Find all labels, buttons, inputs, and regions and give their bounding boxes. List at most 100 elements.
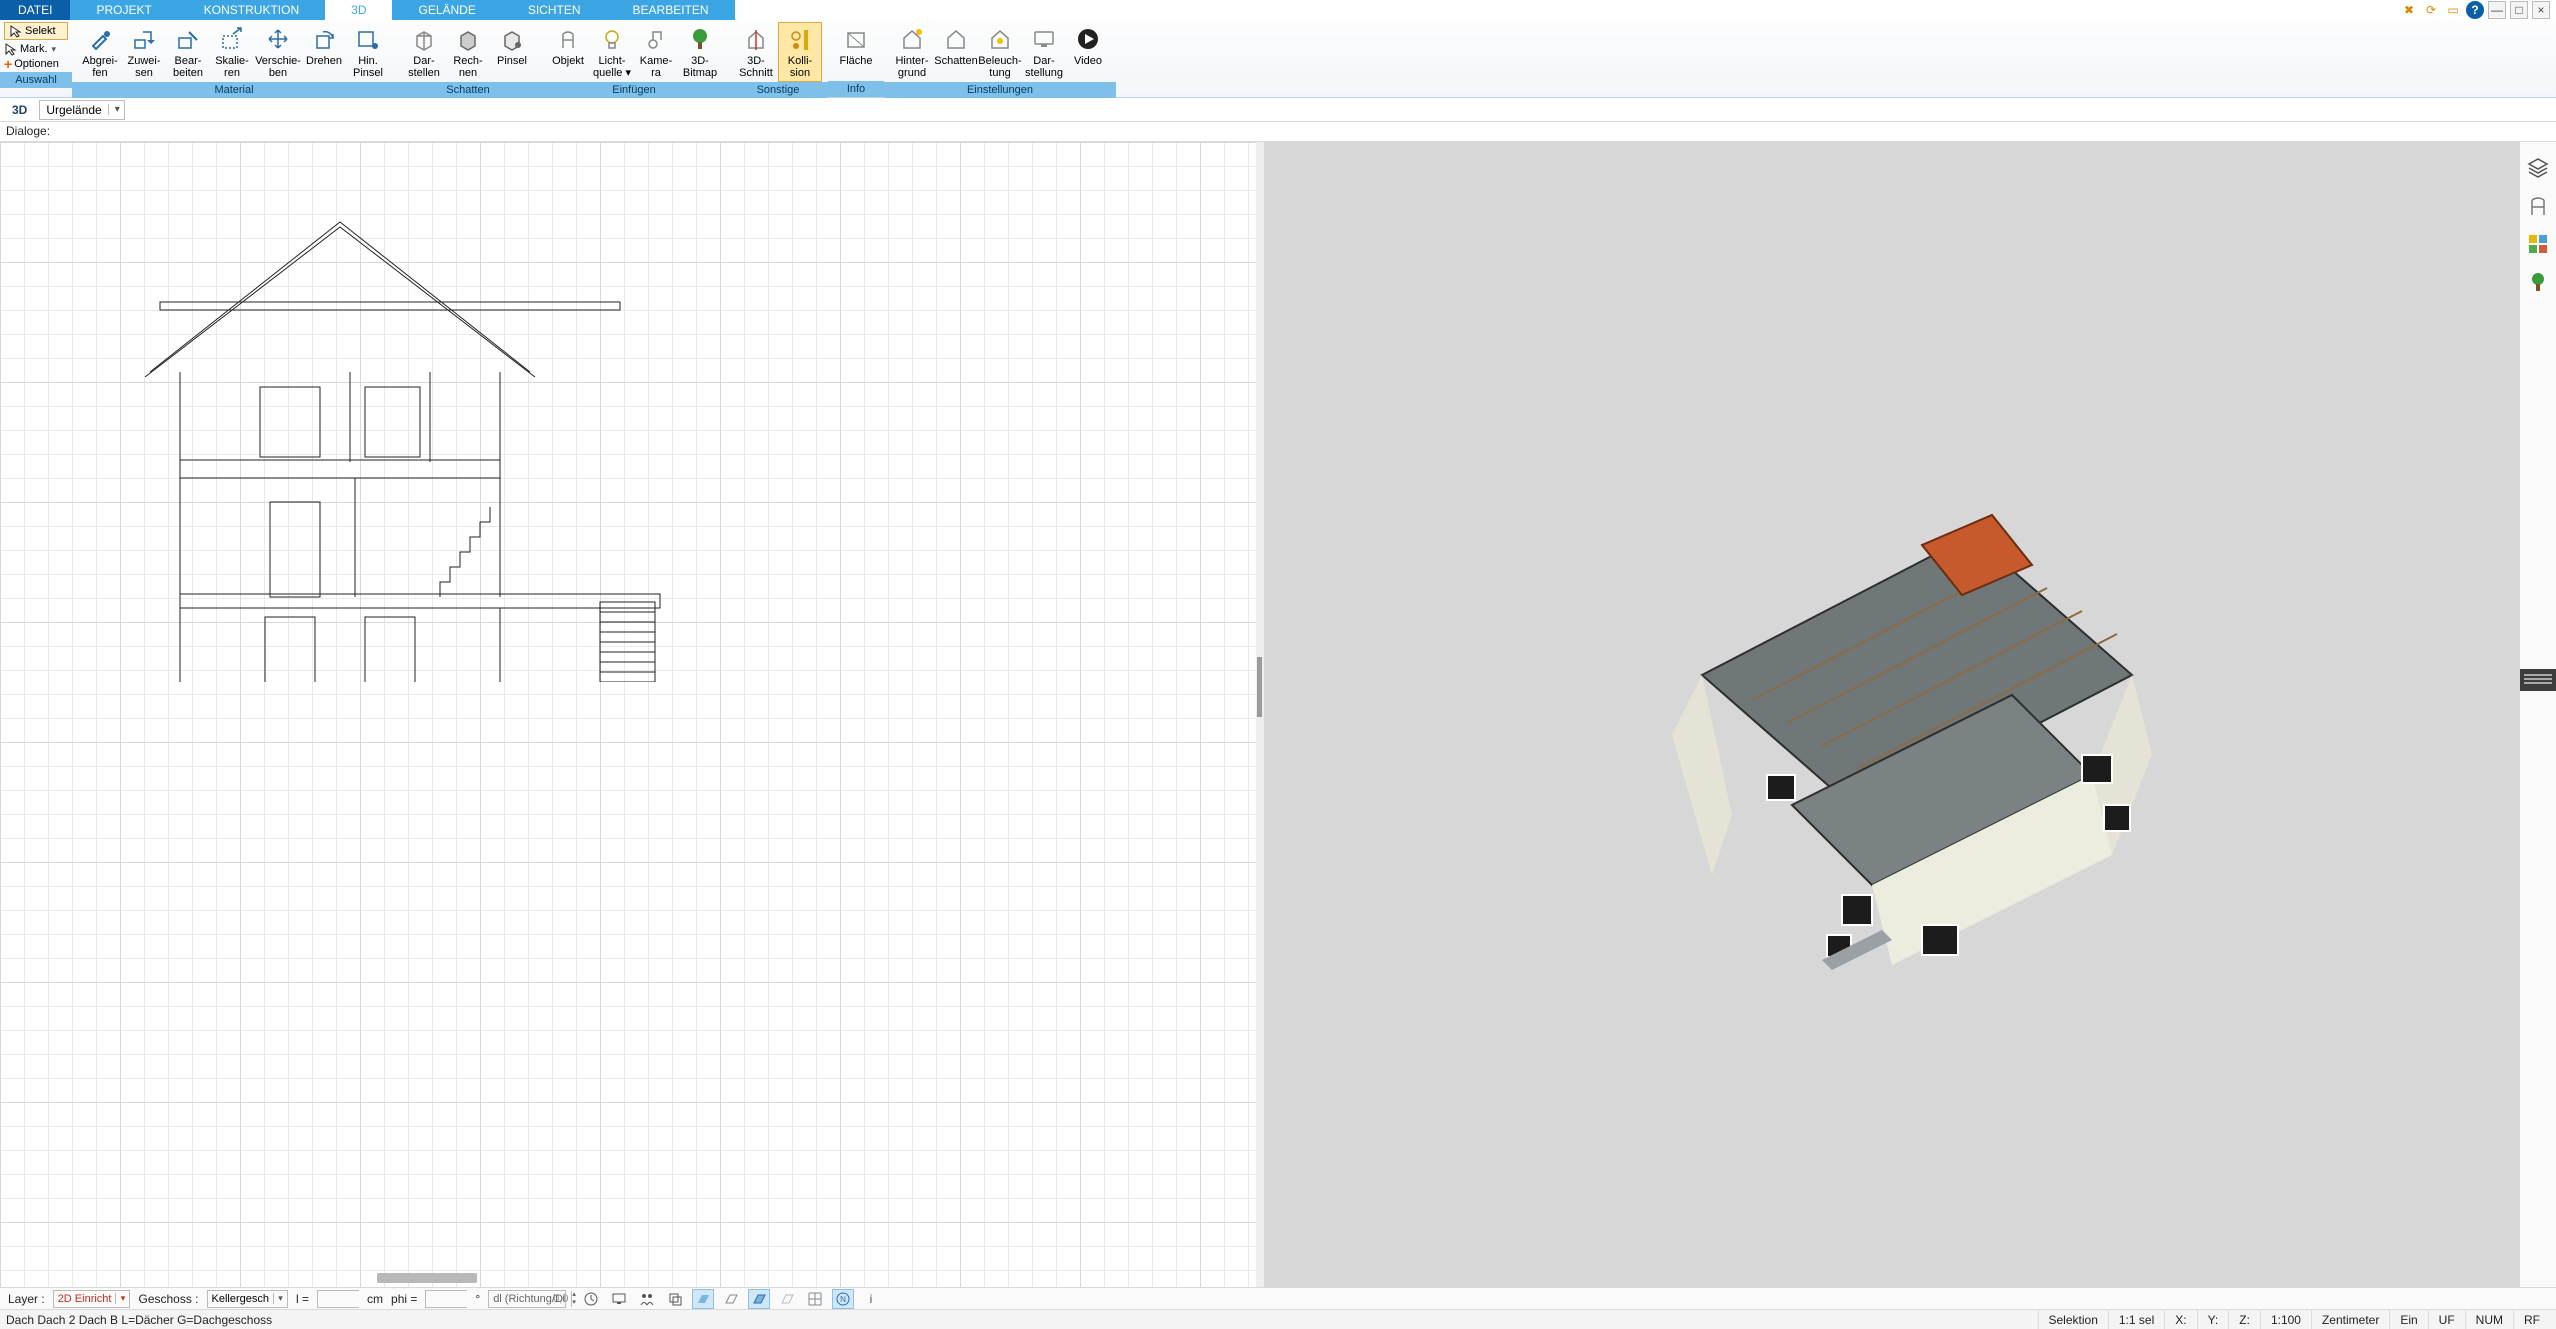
monitor-icon[interactable] xyxy=(608,1289,630,1309)
window-icon[interactable]: ▭ xyxy=(2444,1,2462,19)
direction-field[interactable]: dl (Richtung/Di xyxy=(488,1290,566,1308)
view-3d[interactable] xyxy=(1264,142,2520,1287)
3d-bitmap-button[interactable]: 3D- Bitmap xyxy=(678,22,722,82)
chevron-down-icon: ▾ xyxy=(115,1293,129,1304)
copy-icon[interactable] xyxy=(664,1289,686,1309)
urgelaende-dropdown[interactable]: Urgelände ▾ xyxy=(39,100,124,120)
rechnen-button[interactable]: Rech- nen xyxy=(446,22,490,82)
darstellung-button[interactable]: Dar- stellung xyxy=(1022,22,1066,82)
3d-schnitt-button[interactable]: 3D- Schnitt xyxy=(734,22,778,82)
scrollbar-horizontal[interactable] xyxy=(377,1273,477,1283)
kollision-button[interactable]: Kolli- sion xyxy=(778,22,822,82)
plus-icon: + xyxy=(4,58,12,70)
drehen-button[interactable]: Drehen xyxy=(302,22,346,70)
close-icon[interactable]: × xyxy=(2532,1,2550,19)
zuweisen-button[interactable]: Zuwei- sen xyxy=(122,22,166,82)
urgelaende-value: Urgelände xyxy=(40,103,107,117)
workspace xyxy=(0,142,2556,1287)
pinsel-button[interactable]: Pinsel xyxy=(490,22,534,70)
chair-icon xyxy=(554,25,582,53)
assign-icon xyxy=(130,25,158,53)
tab-3d[interactable]: 3D xyxy=(325,0,392,20)
objekt-button[interactable]: Objekt xyxy=(546,22,590,70)
people-icon[interactable] xyxy=(636,1289,658,1309)
chair-side-icon[interactable] xyxy=(2526,194,2550,218)
north-icon[interactable]: N xyxy=(832,1289,854,1309)
beleuchtung-button[interactable]: Beleuch- tung xyxy=(978,22,1022,82)
parallelogram3-icon[interactable] xyxy=(748,1289,770,1309)
section-icon xyxy=(742,25,770,53)
tab-gelaende[interactable]: GELÄNDE xyxy=(392,0,501,20)
right-toolstrip xyxy=(2520,142,2556,1287)
status-bar: Dach Dach 2 Dach B L=Dächer G=Dachgescho… xyxy=(0,1309,2556,1329)
status-scale: 1:100 xyxy=(2260,1310,2311,1329)
geschoss-select[interactable]: Kellergesch▾ xyxy=(207,1290,288,1308)
right-collapse-tab[interactable] xyxy=(2520,669,2556,691)
selekt-button[interactable]: Selekt xyxy=(4,22,68,40)
status-rf: RF xyxy=(2513,1310,2550,1329)
hinpinsel-button[interactable]: Hin. Pinsel xyxy=(346,22,390,82)
scale-icon xyxy=(218,25,246,53)
tab-konstruktion[interactable]: KONSTRUKTION xyxy=(178,0,325,20)
refresh-icon[interactable]: ⟳ xyxy=(2422,1,2440,19)
optionen-label: Optionen xyxy=(14,58,59,70)
status-left: Dach Dach 2 Dach B L=Dächer G=Dachgescho… xyxy=(6,1313,2038,1327)
pipette-icon xyxy=(86,25,114,53)
layer-label: Layer : xyxy=(8,1292,45,1306)
hintergrund-button[interactable]: Hinter- grund xyxy=(890,22,934,82)
rotate-icon xyxy=(310,25,338,53)
camera-icon xyxy=(642,25,670,53)
background-icon xyxy=(898,25,926,53)
maximize-icon[interactable]: □ xyxy=(2510,1,2528,19)
layer-select[interactable]: 2D Einricht▾ xyxy=(53,1290,131,1308)
group-auswahl: Auswahl xyxy=(0,72,72,88)
info-small-icon[interactable]: i xyxy=(860,1289,882,1309)
layers-icon[interactable] xyxy=(2526,156,2550,180)
mark-label: Mark. xyxy=(20,43,48,55)
tab-projekt[interactable]: PROJEKT xyxy=(70,0,177,20)
bar-3d: 3D Urgelände ▾ xyxy=(0,98,2556,122)
status-y: Y: xyxy=(2197,1310,2229,1329)
parallelogram4-icon[interactable] xyxy=(776,1289,798,1309)
darstellen-button[interactable]: Dar- stellen xyxy=(402,22,446,82)
group-material: Material xyxy=(72,82,396,98)
tab-bearbeiten[interactable]: BEARBEITEN xyxy=(607,0,735,20)
minimize-icon[interactable]: — xyxy=(2488,1,2506,19)
tab-sichten[interactable]: SICHTEN xyxy=(502,0,607,20)
skalieren-button[interactable]: Skalie- ren xyxy=(210,22,254,82)
chevron-down-icon: ▾ xyxy=(273,1293,287,1304)
kamera-button[interactable]: Kame- ra xyxy=(634,22,678,82)
tools-icon[interactable]: ✖ xyxy=(2400,1,2418,19)
tree-icon xyxy=(686,25,714,53)
help-icon[interactable]: ? xyxy=(2466,1,2484,19)
abgreifen-button[interactable]: Abgrei- fen xyxy=(78,22,122,82)
status-selektion: Selektion xyxy=(2038,1310,2108,1329)
clock-icon[interactable] xyxy=(580,1289,602,1309)
tab-datei[interactable]: DATEI xyxy=(0,0,70,20)
menu-tabs: DATEI PROJEKT KONSTRUKTION 3D GELÄNDE SI… xyxy=(0,0,2556,20)
house-section-drawing xyxy=(140,202,680,682)
parallelogram2-icon[interactable] xyxy=(720,1289,742,1309)
view-2d[interactable] xyxy=(0,142,1256,1287)
phi-input[interactable]: ▴▾ xyxy=(425,1290,467,1308)
parallelogram1-icon[interactable] xyxy=(692,1289,714,1309)
mark-button[interactable]: Mark. xyxy=(4,42,68,56)
ribbon: Selekt Mark. + Optionen Auswahl Abgrei- … xyxy=(0,20,2556,98)
splitter[interactable] xyxy=(1256,142,1264,1287)
optionen-button[interactable]: + Optionen xyxy=(4,58,68,70)
tree-side-icon[interactable] xyxy=(2526,270,2550,294)
l-input[interactable]: ▴▾ xyxy=(317,1290,359,1308)
video-button[interactable]: Video xyxy=(1066,22,1110,70)
verschieben-button[interactable]: Verschie- ben xyxy=(254,22,302,82)
palette-icon[interactable] xyxy=(2526,232,2550,256)
bearbeiten-button[interactable]: Bear- beiten xyxy=(166,22,210,82)
schatten-button[interactable]: Schatten xyxy=(934,22,978,70)
label-3d: 3D xyxy=(6,103,33,117)
phi-label: phi = xyxy=(391,1292,417,1306)
flaeche-button[interactable]: Fläche xyxy=(834,22,878,70)
bulb-icon xyxy=(598,25,626,53)
bar-dialoge: Dialoge: xyxy=(0,122,2556,142)
lichtquelle-button[interactable]: Licht- quelle ▾ xyxy=(590,22,634,82)
grid-icon[interactable] xyxy=(804,1289,826,1309)
status-num: NUM xyxy=(2465,1310,2513,1329)
